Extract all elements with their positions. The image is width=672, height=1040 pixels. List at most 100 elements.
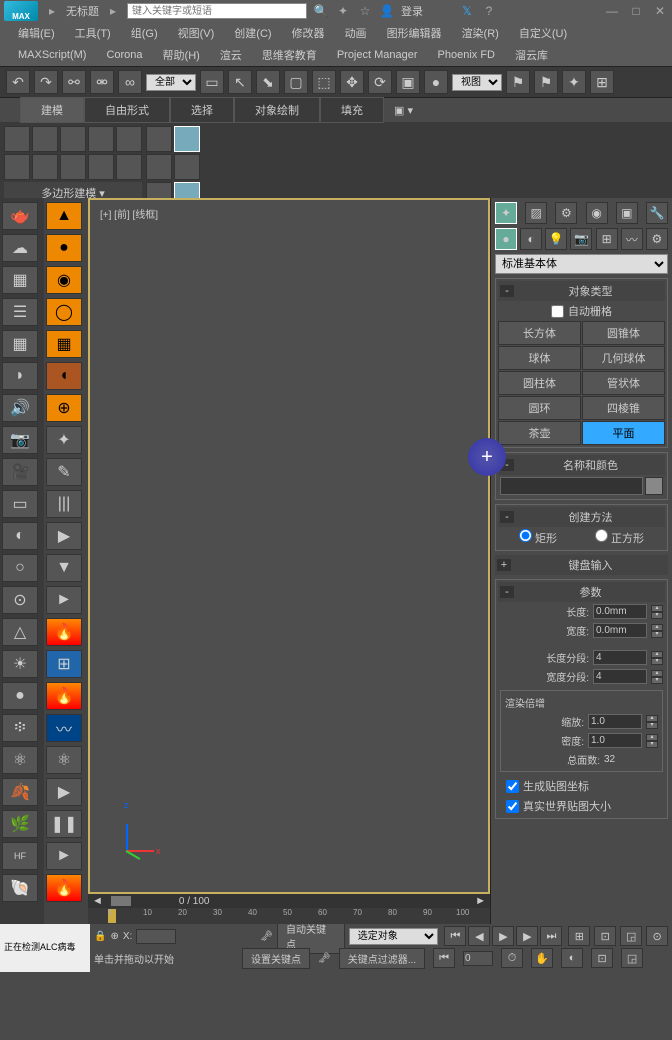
menu-edit[interactable]: 编辑(E) (8, 22, 65, 44)
x-icon[interactable]: 𝕏 (459, 3, 475, 19)
shapes-icon[interactable]: ◐ (520, 228, 542, 250)
teapot-icon[interactable]: 🫖 (2, 202, 38, 230)
flag-button[interactable]: ⚑ (506, 70, 530, 94)
down-icon[interactable]: ▼ (46, 554, 82, 582)
scale-input[interactable] (588, 714, 642, 729)
crescent-icon[interactable]: ◖ (46, 362, 82, 390)
nav1-button[interactable]: ⊞ (568, 926, 590, 946)
cameras-icon[interactable]: 📷 (570, 228, 592, 250)
keyfilter-button[interactable]: 关键点过滤器... (339, 948, 425, 969)
undo-button[interactable]: ↶ (6, 70, 30, 94)
search-input[interactable] (127, 3, 307, 19)
rb-i[interactable] (174, 154, 200, 180)
cam1-icon[interactable]: 📷 (2, 426, 38, 454)
modify-tab-icon[interactable]: ▨ (525, 202, 547, 224)
selobj-select[interactable]: 选定对象 (349, 928, 439, 945)
menu-proj[interactable]: Project Manager (327, 46, 428, 64)
rect-icon[interactable]: ▭ (2, 490, 38, 518)
x-input[interactable] (136, 929, 176, 944)
snap-button[interactable]: ⊞ (590, 70, 614, 94)
rb-poly[interactable] (88, 126, 114, 152)
lights-icon[interactable]: 💡 (545, 228, 567, 250)
sun-icon[interactable]: ☀ (2, 650, 38, 678)
menu-anim[interactable]: 动画 (335, 22, 377, 44)
viewport[interactable]: [+] [前] [线框] z x (88, 198, 490, 894)
sphere-icon[interactable]: ● (46, 234, 82, 262)
systems-icon[interactable]: ⚙ (646, 228, 668, 250)
params-header[interactable]: 参数 (518, 584, 663, 600)
menu-group[interactable]: 组(G) (121, 22, 168, 44)
unlink-button[interactable]: ⚮ (90, 70, 114, 94)
nav6-button[interactable]: ◐ (561, 948, 583, 968)
width-input[interactable] (593, 623, 647, 638)
water-icon[interactable]: ⊞ (46, 650, 82, 678)
grass-icon[interactable]: 🌿 (2, 810, 38, 838)
timeline-ruler[interactable]: 0 10 20 30 40 50 60 70 80 90 100 (88, 908, 490, 924)
target-icon[interactable]: ⊙ (2, 586, 38, 614)
rotate-button[interactable]: ⟳ (368, 70, 392, 94)
square-radio[interactable] (595, 529, 608, 542)
torus-button[interactable]: 圆环 (498, 396, 581, 420)
space-icon[interactable]: 〰 (621, 228, 643, 250)
menu-vray[interactable]: 渲云 (210, 44, 252, 66)
rb-e[interactable] (116, 154, 142, 180)
color-swatch[interactable] (645, 477, 663, 495)
objtype-header[interactable]: 对象类型 (518, 283, 663, 299)
autogrid-check[interactable] (551, 305, 564, 318)
menu-help[interactable]: 帮助(H) (153, 44, 210, 66)
dropdown-icon[interactable]: ▸ (44, 3, 60, 19)
plane-button[interactable]: 平面 (582, 421, 665, 445)
hatch-icon[interactable]: ▦ (46, 330, 82, 358)
play-button[interactable]: ▶ (492, 926, 514, 946)
create-tab-icon[interactable]: ✦ (495, 202, 517, 224)
helpers-icon[interactable]: ⊞ (596, 228, 618, 250)
bars-icon[interactable]: ||| (46, 490, 82, 518)
fire3-icon[interactable]: 🔥 (46, 874, 82, 902)
list-icon[interactable]: ☰ (2, 298, 38, 326)
rb-h[interactable] (146, 154, 172, 180)
ball-icon[interactable]: ● (2, 682, 38, 710)
menu-phoenix[interactable]: Phoenix FD (428, 46, 505, 64)
creation-header[interactable]: 创建方法 (518, 509, 663, 525)
namecolor-header[interactable]: 名称和颜色 (518, 457, 663, 473)
login-text[interactable]: 登录 (401, 3, 423, 19)
fire1-icon[interactable]: 🔥 (46, 618, 82, 646)
filter-select[interactable]: 全部 (146, 74, 196, 91)
mol-icon[interactable]: ⚛ (2, 746, 38, 774)
nav5-button[interactable]: ✋ (531, 948, 553, 968)
tab-model[interactable]: 建模 (20, 97, 84, 123)
torus-icon[interactable]: ◯ (46, 298, 82, 326)
flag2-button[interactable]: ⚑ (534, 70, 558, 94)
tab-objpaint[interactable]: 对象绘制 (234, 97, 320, 123)
length-input[interactable] (593, 604, 647, 619)
rb-border[interactable] (60, 126, 86, 152)
display-tab-icon[interactable]: ▣ (616, 202, 638, 224)
pause-icon[interactable]: ❚❚ (46, 810, 82, 838)
rb-g[interactable] (174, 126, 200, 152)
person-icon[interactable]: ☆ (357, 3, 373, 19)
right-icon[interactable]: ► (46, 586, 82, 614)
box-button[interactable]: 长方体 (498, 321, 581, 345)
menu-swk[interactable]: 思维客教育 (252, 44, 327, 66)
cam2-icon[interactable]: 🎥 (2, 458, 38, 486)
binoculars-icon[interactable]: 🔍 (313, 3, 329, 19)
primitive-select[interactable]: 标准基本体 (495, 254, 668, 274)
rect-radio[interactable] (519, 529, 532, 542)
kf-prev-button[interactable]: ⏮ (433, 948, 455, 968)
rb-d[interactable] (88, 154, 114, 180)
axis-button[interactable]: ✦ (562, 70, 586, 94)
tri-icon[interactable]: ▶ (46, 778, 82, 806)
user-icon[interactable]: 👤 (379, 3, 395, 19)
lock-icon[interactable]: 🔒 (94, 931, 106, 942)
bind-button[interactable]: ∞ (118, 70, 142, 94)
genmap-check[interactable] (506, 780, 519, 793)
star-icon[interactable]: ✦ (335, 3, 351, 19)
wseg-input[interactable] (593, 669, 647, 684)
menu-graph[interactable]: 图形编辑器 (377, 22, 452, 44)
maximize-icon[interactable]: □ (628, 3, 644, 19)
rb-c[interactable] (60, 154, 86, 180)
menu-liuyun[interactable]: 溜云库 (505, 44, 558, 66)
brush-icon[interactable]: ✎ (46, 458, 82, 486)
help-icon[interactable]: ? (481, 3, 497, 19)
spiral-icon[interactable]: 🐚 (2, 874, 38, 902)
